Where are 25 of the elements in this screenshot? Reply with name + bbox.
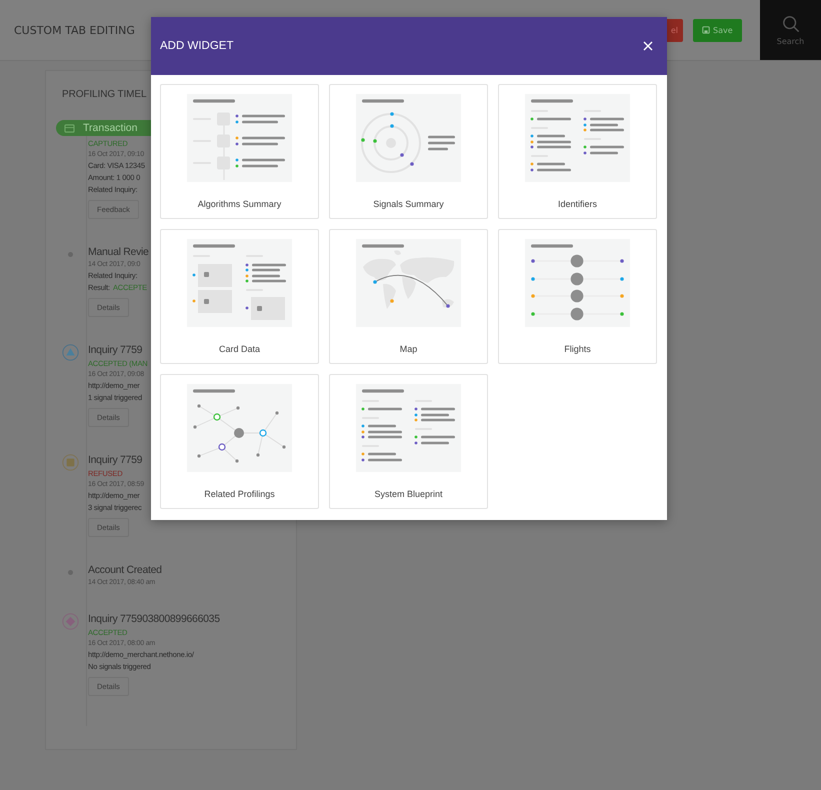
dialog-title: ADD WIDGET: [160, 40, 234, 52]
widget-card[interactable]: Identifiers: [498, 84, 657, 219]
panel-title: PROFILING TIMEL: [62, 89, 148, 100]
widget-card[interactable]: Map: [329, 229, 488, 364]
timeline-dot-icon: [68, 252, 72, 256]
entry-title: Transaction: [83, 122, 138, 134]
triangle-marker-icon: [62, 344, 78, 360]
entry-title: Inquiry 7759: [88, 344, 142, 356]
entry-title: Inquiry 7759: [88, 454, 142, 466]
page-title: CUSTOM TAB EDITING: [14, 24, 136, 36]
widget-card[interactable]: Signals Summary: [329, 84, 488, 219]
close-icon: [643, 41, 653, 51]
entry-title: Account Created: [88, 564, 162, 576]
entry-title: Manual Revie: [88, 246, 149, 258]
widget-card[interactable]: Flights: [498, 229, 657, 364]
widget-card[interactable]: Algorithms Summary: [160, 84, 319, 219]
card-icon: [64, 124, 75, 132]
widget-card[interactable]: Related Profilings: [160, 374, 319, 509]
search-icon: [782, 14, 800, 32]
diamond-marker-icon: [62, 612, 78, 630]
entry-title: Inquiry 775903800899666035: [88, 613, 220, 625]
widget-card[interactable]: Card Data: [160, 229, 319, 364]
timeline-dot-icon: [68, 570, 72, 574]
square-marker-icon: [62, 454, 78, 470]
widget-card[interactable]: System Blueprint: [329, 374, 488, 509]
